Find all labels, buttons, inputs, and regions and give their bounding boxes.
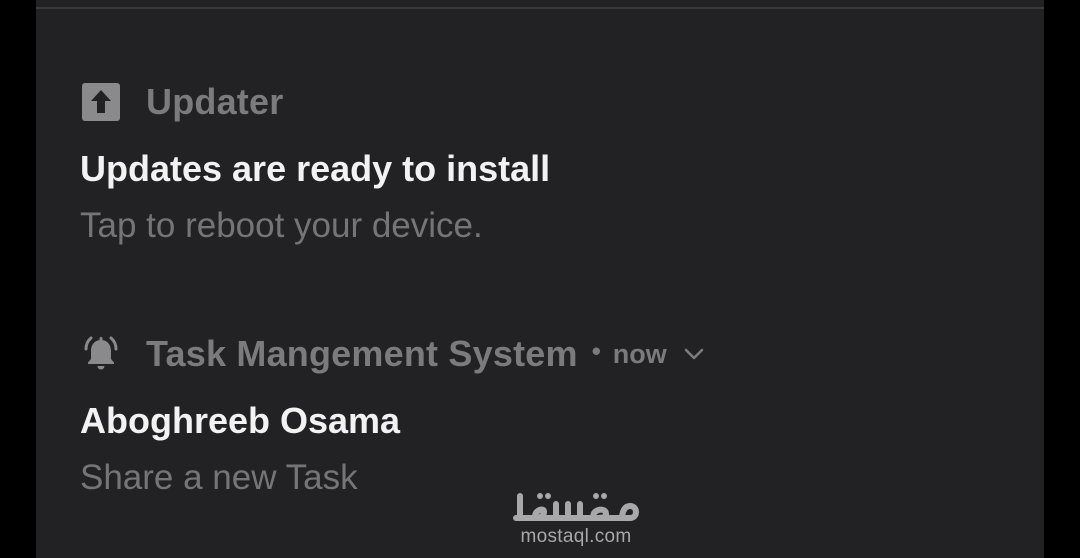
chevron-down-icon[interactable] [683,343,705,365]
notification-title: Aboghreeb Osama [80,400,401,441]
bell-icon [80,333,122,375]
notification-shade: Updater Updates are ready to install Tap… [36,0,1044,558]
notification-header: Task Mangement System • now [80,330,980,378]
top-divider [36,7,1044,9]
watermark-text: mostaql.com [520,526,632,547]
app-name: Task Mangement System [146,333,578,374]
notification-header: Updater [80,78,980,126]
watermark: mostaql.com [510,482,642,548]
notification-body: Tap to reboot your device. [80,206,483,245]
notification-task[interactable]: Task Mangement System • now Aboghreeb Os… [80,330,980,498]
separator-dot: • [591,335,601,366]
notification-time: now [612,338,667,369]
notification-updater[interactable]: Updater Updates are ready to install Tap… [80,78,980,246]
app-name: Updater [146,81,284,122]
notification-title: Updates are ready to install [80,148,551,189]
mostaql-logo [513,493,639,521]
upload-arrow-icon [80,81,122,123]
